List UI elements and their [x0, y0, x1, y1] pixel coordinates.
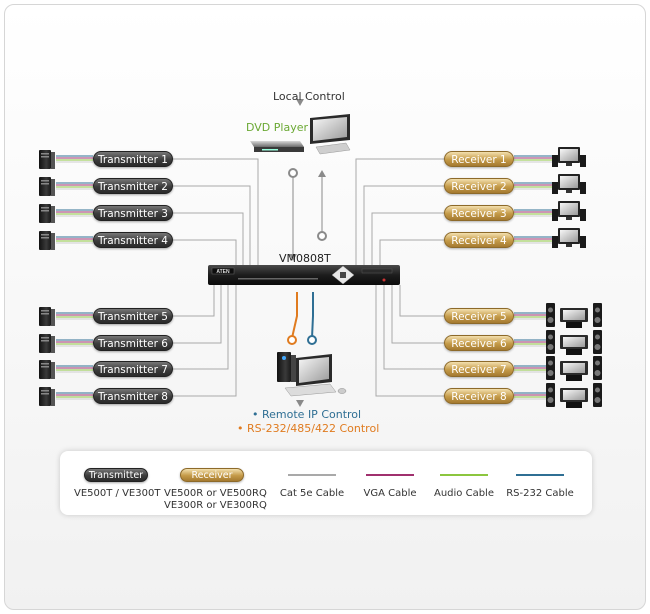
transmitter-8-pill: Transmitter 8 — [93, 388, 173, 404]
speaker-system-8-icon — [546, 383, 602, 408]
connector-icon — [288, 168, 298, 178]
receiver-2-cat5e-cable — [363, 185, 444, 265]
source-pc-8-icon — [39, 387, 55, 406]
transmitter-1-pill: Transmitter 1 — [93, 151, 173, 167]
remote-pc-icon — [277, 352, 347, 397]
receiver-7-cat5e-cable — [383, 285, 444, 370]
receiver-1-cat5e-cable — [355, 158, 444, 265]
transmitter-3-pill: Transmitter 3 — [93, 205, 173, 221]
receiver-5-cat5e-cable — [399, 285, 444, 317]
local-monitor-icon — [310, 114, 351, 155]
transmitter-2-pill: Transmitter 2 — [93, 178, 173, 194]
receiver-7-cables — [383, 285, 552, 373]
transmitter-3-cat5e-cable — [173, 212, 244, 265]
transmitter-7-cat5e-cable — [173, 285, 229, 370]
connector-icon — [317, 231, 327, 241]
legend-rs232-line — [516, 474, 564, 476]
source-pc-1-icon — [39, 150, 55, 169]
speaker-system-5-icon — [546, 303, 602, 328]
legend-audio-line — [440, 474, 488, 476]
monitor-2-icon — [552, 174, 586, 194]
receiver-3-cat5e-cable — [371, 212, 444, 265]
source-pc-5-icon — [39, 307, 55, 326]
rs232-control-text: RS-232/485/422 Control — [247, 422, 380, 435]
legend: Transmitter VE500T / VE300T Receiver VE5… — [60, 451, 592, 515]
receiver-8-cat5e-cable — [375, 285, 444, 397]
receiver-1-pill: Receiver 1 — [444, 151, 514, 167]
receiver-2-cables — [363, 182, 552, 265]
legend-vga-line — [366, 474, 414, 476]
transmitter-7-cables — [56, 285, 229, 373]
legend-cat5e-line — [288, 474, 336, 476]
local-control-label: Local Control — [273, 90, 345, 103]
transmitter-5-pill: Transmitter 5 — [93, 308, 173, 324]
legend-rs232-caption: RS-232 Cable — [506, 488, 574, 499]
receiver-6-pill: Receiver 6 — [444, 335, 514, 351]
switch-brand-text: ATEN — [216, 269, 230, 275]
transmitter-4-cat5e-cable — [173, 239, 237, 265]
legend-receiver-caption-1: VE500R or VE500RQ — [164, 488, 267, 499]
monitor-3-icon — [552, 201, 586, 221]
rs232-control-cable — [291, 292, 298, 339]
transmitter-2-cat5e-cable — [173, 185, 251, 265]
up-arrow-icon — [318, 170, 326, 177]
transmitter-4-pill: Transmitter 4 — [93, 232, 173, 248]
legend-audio-caption: Audio Cable — [434, 488, 494, 499]
remote-control-arrow-icon — [296, 400, 304, 407]
connector-icon — [307, 335, 317, 345]
receiver-2-pill: Receiver 2 — [444, 178, 514, 194]
source-pc-3-icon — [39, 204, 55, 223]
transmitter-1-cat5e-cable — [173, 158, 259, 265]
legend-transmitter-pill: Transmitter — [84, 468, 148, 482]
remote-ip-control-text: Remote IP Control — [262, 408, 362, 421]
legend-transmitter-caption: VE500T / VE300T — [74, 488, 161, 499]
legend-vga-caption: VGA Cable — [363, 488, 417, 499]
dvd-player-label: DVD Player — [246, 121, 308, 134]
remote-ip-cable — [311, 292, 314, 339]
transmitter-6-pill: Transmitter 6 — [93, 335, 173, 351]
monitor-4-icon — [552, 228, 586, 248]
remote-ip-control-label: • Remote IP Control — [252, 408, 362, 421]
receiver-4-pill: Receiver 4 — [444, 232, 514, 248]
transmitter-2-cables — [56, 182, 251, 265]
source-pc-7-icon — [39, 360, 55, 379]
speaker-system-6-icon — [546, 330, 602, 355]
source-pc-6-icon — [39, 334, 55, 353]
legend-cat5e-caption: Cat 5e Cable — [279, 488, 345, 499]
rs232-control-label: • RS-232/485/422 Control — [237, 422, 380, 435]
source-pc-2-icon — [39, 177, 55, 196]
receiver-7-pill: Receiver 7 — [444, 361, 514, 377]
source-pc-4-icon — [39, 231, 55, 250]
switch-model-label: VM0808T — [279, 252, 331, 265]
receiver-4-cat5e-cable — [379, 239, 444, 265]
dvd-player-icon — [250, 141, 304, 152]
matrix-switch-icon: ATEN — [208, 265, 400, 285]
legend-receiver-pill: Receiver — [180, 468, 244, 482]
transmitter-8-cat5e-cable — [173, 285, 237, 397]
transmitter-5-cat5e-cable — [173, 285, 215, 317]
receiver-3-pill: Receiver 3 — [444, 205, 514, 221]
transmitter-7-pill: Transmitter 7 — [93, 361, 173, 377]
receiver-8-pill: Receiver 8 — [444, 388, 514, 404]
monitor-1-icon — [552, 147, 586, 167]
connector-icon — [287, 335, 297, 345]
receiver-5-pill: Receiver 5 — [444, 308, 514, 324]
legend-receiver-caption-2: VE300R or VE300RQ — [164, 500, 267, 511]
speaker-system-7-icon — [546, 356, 602, 381]
